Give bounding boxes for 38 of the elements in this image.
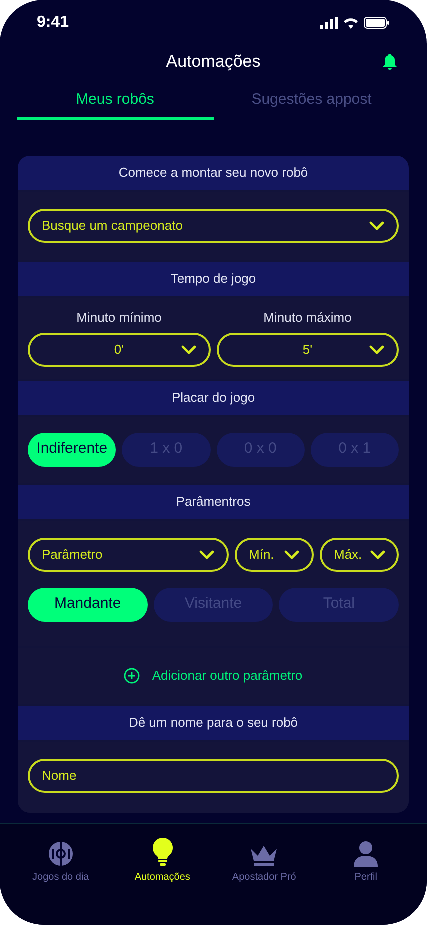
side-option[interactable]: Mandante — [28, 588, 148, 622]
section-header: Tempo de jogo — [18, 262, 409, 296]
bell-icon[interactable] — [382, 53, 398, 71]
plus-circle-icon — [124, 668, 140, 684]
minute-dropdown[interactable]: 0' — [28, 332, 210, 366]
chevron-down-icon — [180, 344, 196, 354]
lightbulb-icon — [152, 836, 174, 866]
ball-icon — [48, 840, 74, 866]
chevron-down-icon — [370, 550, 386, 560]
chevron-down-icon — [284, 550, 300, 560]
section-header: Parâmentros — [18, 484, 409, 518]
section-header: Comece a montar seu novo robô — [18, 156, 409, 190]
field-label: Minuto mínimo — [76, 309, 162, 327]
parameter-dropdown[interactable]: Parâmetro — [28, 538, 229, 572]
chevron-down-icon — [369, 221, 385, 231]
section-header: Placar do jogo — [18, 380, 409, 414]
name-field[interactable]: Nome — [28, 758, 399, 792]
minute-dropdown[interactable]: 5' — [216, 332, 399, 366]
wifi-icon — [343, 17, 359, 29]
add-parameter-button[interactable]: Adicionar outro parâmetro — [124, 666, 303, 686]
signal-icon — [320, 17, 338, 29]
nav-item[interactable]: Jogos do dia — [10, 836, 112, 884]
status-time: 9:41 — [37, 13, 70, 33]
chevron-down-icon — [199, 550, 215, 560]
page-title: Automações — [166, 51, 261, 74]
chevron-down-icon — [369, 344, 385, 354]
nav-item[interactable]: Apostador Pró — [214, 836, 316, 884]
battery-icon — [364, 17, 390, 29]
score-option[interactable]: Indiferente — [28, 432, 116, 466]
tab[interactable]: Meus robôs — [17, 84, 214, 120]
field-label: Minuto máximo — [264, 309, 352, 327]
person-icon — [353, 840, 380, 866]
championship-dropdown[interactable]: Busque um campeonato — [28, 209, 399, 243]
nav-item[interactable]: Perfil — [315, 836, 417, 884]
nav-item[interactable]: Automações — [112, 836, 214, 884]
min-dropdown[interactable]: Mín. — [235, 538, 314, 572]
section-header: Dê um nome para o seu robô — [18, 706, 409, 740]
max-dropdown[interactable]: Máx. — [320, 538, 399, 572]
